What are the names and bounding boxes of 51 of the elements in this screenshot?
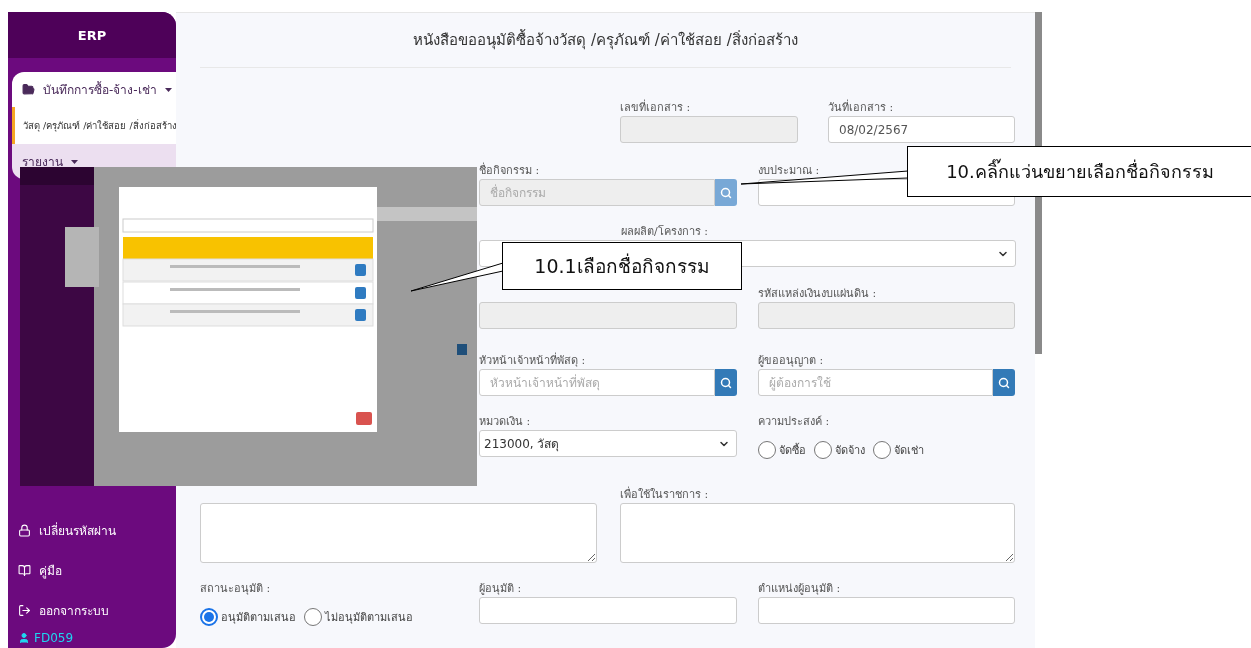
sidebar-item[interactable]: ออกจากระบบ bbox=[8, 590, 176, 630]
search-icon bbox=[720, 376, 732, 389]
sidebar-group[interactable]: บันทึกการซื้อ-จ้าง-เช่า bbox=[12, 72, 176, 107]
field-label: รหัสแหล่งเงินงบแผ่นดิน : bbox=[758, 286, 878, 299]
radio-option[interactable]: จัดจ้าง bbox=[814, 440, 865, 459]
field-label: เพื่อใช้ในราชการ : bbox=[620, 485, 710, 500]
input-field[interactable]: 08/02/2567 bbox=[828, 116, 1015, 143]
radio-option[interactable]: จัดซื้อ bbox=[758, 440, 806, 459]
folder-icon bbox=[22, 83, 35, 96]
field-label: ความประสงค์ : bbox=[758, 414, 831, 427]
lock-icon bbox=[18, 523, 31, 537]
field-label: ผลผลิต/โครงการ : bbox=[620, 224, 709, 237]
input-field[interactable]: ผู้ต้องการใช้ bbox=[758, 369, 993, 396]
field-label: สถานะอนุมัติ : bbox=[200, 581, 272, 594]
radio-option[interactable]: อนุมัติตามเสนอ bbox=[200, 607, 296, 626]
search-button[interactable] bbox=[993, 369, 1015, 396]
radio-button[interactable] bbox=[814, 440, 832, 459]
sidebar-item[interactable]: วัสดุ /ครุภัณฑ์ /ค่าใช้สอย /สิ่งก่อสร้าง bbox=[12, 107, 176, 144]
brand-title: ERP bbox=[8, 12, 176, 58]
page-title: หนังสือขออนุมัติซื้อจ้างวัสดุ /ครุภัณฑ์ /ค่าใช้สอย /สิ่งก่อสร้าง bbox=[200, 13, 1011, 68]
search-button[interactable] bbox=[715, 179, 737, 206]
search-icon bbox=[998, 376, 1010, 389]
sidebar-item[interactable]: คู่มือ bbox=[8, 550, 176, 590]
user-name: FD059 bbox=[8, 630, 176, 646]
radio-option[interactable]: จัดเช่า bbox=[873, 440, 924, 459]
caret-icon bbox=[164, 87, 172, 92]
input-field[interactable] bbox=[758, 597, 1015, 624]
field-label: หัวหน้าเจ้าหน้าที่พัสดุ : bbox=[479, 351, 587, 366]
field-label: ตำแหน่งผู้อนุมัติ : bbox=[758, 581, 842, 594]
exit-icon bbox=[18, 603, 31, 617]
radio-option[interactable]: ไม่อนุมัติตามเสนอ bbox=[304, 607, 413, 626]
search-button[interactable] bbox=[715, 369, 737, 396]
radio-button[interactable] bbox=[304, 607, 322, 626]
field-label: ผู้อนุมัติ : bbox=[479, 581, 523, 594]
search-icon bbox=[720, 186, 732, 199]
field-label: ชื่อกิจกรรม : bbox=[479, 161, 541, 176]
radio-button[interactable] bbox=[200, 607, 218, 626]
radio-button[interactable] bbox=[758, 440, 776, 459]
field-label: เลขที่เอกสาร : bbox=[620, 98, 692, 113]
user-icon bbox=[18, 632, 30, 644]
field-label: หมวดเงิน : bbox=[479, 414, 532, 427]
book-icon bbox=[18, 563, 31, 577]
radio-button[interactable] bbox=[873, 440, 891, 459]
caret-icon bbox=[71, 159, 78, 164]
input-field[interactable] bbox=[479, 597, 737, 624]
field-label: ผู้ขออนุญาต : bbox=[758, 353, 825, 366]
select-field[interactable]: 213000, วัสดุ bbox=[479, 430, 737, 457]
sidebar-item[interactable]: เปลี่ยนรหัสผ่าน bbox=[8, 510, 176, 550]
callout-tooltip: 10.คลิ๊กแว่นขยายเลือกชื่อกิจกรรม bbox=[907, 146, 1251, 197]
field-label: วันที่เอกสาร : bbox=[828, 98, 895, 113]
input-field[interactable]: หัวหน้าเจ้าหน้าที่พัสดุ bbox=[479, 369, 715, 396]
